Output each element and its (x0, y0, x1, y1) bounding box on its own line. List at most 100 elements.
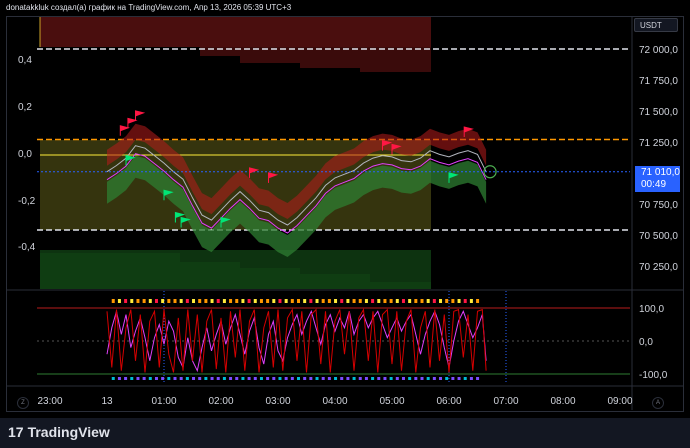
signal-strip-cell (408, 299, 412, 303)
footer-bar: 17 TradingView (0, 418, 690, 448)
signal-strip-cell (142, 377, 146, 380)
signal-strip-cell (124, 377, 128, 380)
signal-strip-cell (414, 377, 418, 380)
signal-strip-cell (241, 377, 245, 380)
signal-strip-cell (321, 299, 325, 303)
auto-scale-left-icon[interactable]: Z (17, 397, 29, 409)
signal-strip-cell (216, 377, 220, 380)
signal-strip-cell (445, 299, 449, 303)
signal-strip-cell (210, 377, 214, 380)
right-axis-tick-label: 71 500,0 (639, 107, 678, 118)
signal-strip-cell (124, 299, 128, 303)
signal-strip-cell (389, 299, 393, 303)
signal-strip-cell (111, 299, 115, 303)
signal-strip-cell (148, 299, 152, 303)
signal-strip-cell (247, 377, 251, 380)
signal-strip-cell (297, 377, 300, 380)
last-price-label: 71 010,0 00:49 (635, 166, 680, 192)
signal-strip-cell (463, 299, 467, 303)
signal-strip-cell (414, 299, 418, 303)
signal-strip-cell (216, 299, 220, 303)
signal-strip-cell (185, 299, 189, 303)
signal-strip-cell (420, 377, 424, 380)
signal-strip-cell (377, 299, 381, 303)
time-axis-tick-label: 04:00 (322, 396, 347, 407)
signal-strip-cell (154, 377, 158, 380)
signal-strip-cell (395, 377, 399, 380)
signal-strip-cell (290, 299, 294, 303)
currency-button[interactable]: USDT (634, 18, 678, 32)
signal-strip-cell (210, 299, 214, 303)
signal-strip-cell (204, 377, 208, 380)
signal-strip-cell (284, 377, 288, 380)
signal-strip-cell (161, 377, 165, 380)
signal-strip-cell (377, 377, 381, 380)
time-axis-tick-label: 02:00 (208, 396, 233, 407)
signal-strip-cell (229, 377, 233, 380)
signal-strip-cell (445, 377, 449, 380)
signal-strip-cell (154, 299, 158, 303)
signal-strip-cell (303, 377, 307, 380)
tradingview-logo[interactable]: 17 TradingView (8, 424, 110, 440)
bar-countdown: 00:49 (641, 179, 667, 190)
signal-strip-cell (278, 377, 282, 380)
signal-strip-cell (309, 377, 313, 380)
signal-strip-cell (278, 299, 282, 303)
signal-strip-cell (432, 377, 436, 380)
signal-strip-cell (111, 377, 115, 380)
signal-strip-cell (334, 299, 338, 303)
signal-strip-cell (284, 299, 288, 303)
signal-strip-cell (476, 377, 480, 380)
time-axis-tick-label: 13 (101, 396, 113, 407)
signal-strip-cell (340, 299, 344, 303)
chart-canvas[interactable]: 0,4 0,2 0,0 -0,2 -0,4 72 000,0 71 750,0 71 500,… (0, 0, 690, 448)
signal-strip-cell (364, 299, 368, 303)
signal-strip-cell (469, 299, 473, 303)
time-axis-tick-label: 09:00 (607, 396, 632, 407)
signal-strip-cell (167, 299, 171, 303)
signal-strip-cell (136, 299, 140, 303)
oscillator-axis-tick-label: -100,0 (639, 370, 668, 381)
signal-strip-cell (389, 377, 393, 380)
signal-strip-cell (259, 377, 263, 380)
signal-strip-cell (327, 299, 331, 303)
signal-strip-cell (346, 299, 350, 303)
signal-strip-cell (179, 377, 183, 380)
signal-strip-cell (192, 377, 196, 380)
signal-strip-cell (469, 377, 473, 380)
signal-strip-cell (321, 377, 325, 380)
signal-strip-cell (192, 299, 196, 303)
signal-strip-cell (241, 299, 245, 303)
signal-strip-cell (439, 377, 443, 380)
time-axis-tick-label: 06:00 (436, 396, 461, 407)
signal-flag-icon (119, 125, 130, 136)
signal-strip-cell (383, 299, 387, 303)
left-axis-tick-label: 0,0 (18, 149, 32, 160)
signal-strip-cell (266, 377, 270, 380)
signal-strip-cell (457, 377, 461, 380)
signal-strip-cell (272, 377, 276, 380)
signal-strip-cell (395, 299, 399, 303)
top-red-zone (40, 17, 431, 47)
time-axis-tick-label: 08:00 (550, 396, 575, 407)
red-step-zone (40, 47, 431, 72)
auto-scale-right-icon[interactable]: A (652, 397, 664, 409)
signal-strip-cell (457, 299, 461, 303)
signal-strip-cell (451, 377, 455, 380)
left-axis-tick-label: 0,4 (18, 55, 32, 66)
signal-strip-cell (222, 377, 226, 380)
time-axis-tick-label: 23:00 (37, 396, 62, 407)
time-axis-tick-label: 05:00 (379, 396, 404, 407)
right-axis-tick-label: 72 000,0 (639, 45, 678, 56)
signal-strip-cell (204, 299, 208, 303)
signal-strip-cell (272, 299, 276, 303)
signal-strip-cell (173, 299, 177, 303)
signal-strip-cell (334, 377, 338, 380)
signal-strip-cell (235, 299, 239, 303)
right-axis-tick-label: 70 750,0 (639, 200, 678, 211)
signal-strip-cell (327, 377, 331, 380)
signal-strip-cell (117, 377, 121, 380)
signal-strip-cell (352, 377, 356, 380)
signal-strip-cell (259, 299, 263, 303)
signal-strip-cell (198, 299, 202, 303)
